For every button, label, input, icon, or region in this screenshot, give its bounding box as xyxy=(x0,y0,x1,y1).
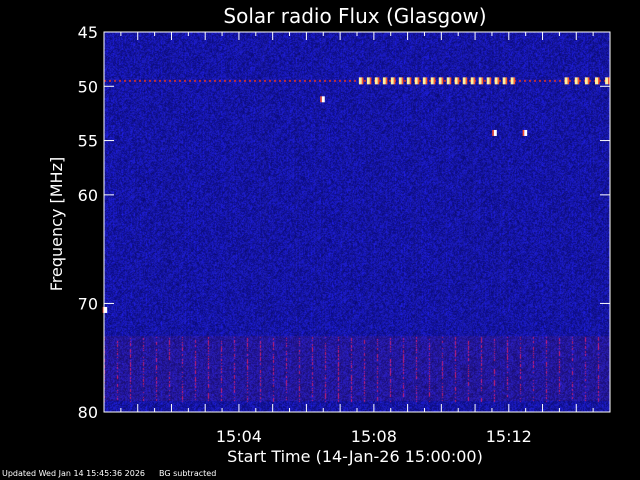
burst-dot-edge xyxy=(433,77,436,85)
burst-dot-edge xyxy=(513,77,516,85)
y-tick-label: 45 xyxy=(78,23,98,42)
burst-dot xyxy=(438,77,442,85)
burst-dot-edge xyxy=(598,77,600,85)
x-tick-label: 15:08 xyxy=(351,427,397,446)
burst-dot xyxy=(382,77,386,85)
burst-spot-edge xyxy=(320,96,322,103)
burst-dot xyxy=(595,77,599,85)
burst-dot xyxy=(422,77,426,85)
burst-dot-edge xyxy=(361,77,364,85)
burst-dot xyxy=(454,77,458,85)
burst-dot xyxy=(494,77,498,85)
burst-dot-edge xyxy=(377,77,380,85)
burst-dot xyxy=(390,77,394,85)
burst-dot xyxy=(398,77,402,85)
burst-dot-edge xyxy=(425,77,428,85)
burst-dot xyxy=(605,77,609,85)
burst-dot-edge xyxy=(369,77,372,85)
background-note: BG subtracted xyxy=(159,469,217,478)
burst-dot-edge xyxy=(505,77,508,85)
y-tick-label: 60 xyxy=(78,186,98,205)
burst-dot xyxy=(470,77,474,85)
burst-dot xyxy=(406,77,410,85)
chart-title: Solar radio Flux (Glasgow) xyxy=(223,4,486,28)
burst-dot xyxy=(446,77,450,85)
burst-dot-edge xyxy=(393,77,396,85)
burst-spot xyxy=(493,129,497,136)
burst-dot-edge xyxy=(401,77,404,85)
x-axis-label: Start Time (14-Jan-26 15:00:00) xyxy=(227,447,483,466)
burst-dot xyxy=(358,77,362,85)
burst-dot xyxy=(414,77,418,85)
burst-spot xyxy=(524,129,528,136)
burst-spot xyxy=(321,96,325,103)
x-tick-label: 15:12 xyxy=(486,427,532,446)
burst-dot-edge xyxy=(577,77,580,85)
burst-dot-edge xyxy=(417,77,420,85)
burst-dot xyxy=(366,77,370,85)
burst-dot xyxy=(486,77,490,85)
burst-dot-edge xyxy=(567,77,570,85)
burst-dot-edge xyxy=(473,77,476,85)
burst-dot xyxy=(374,77,378,85)
footer: Updated Wed Jan 14 15:45:36 2026 BG subtr… xyxy=(2,469,230,479)
y-tick-label: 80 xyxy=(78,403,98,422)
burst-dot-edge xyxy=(465,77,468,85)
burst-dot xyxy=(462,77,466,85)
y-tick-label: 55 xyxy=(78,132,98,151)
burst-dot xyxy=(430,77,434,85)
burst-dot-edge xyxy=(385,77,388,85)
burst-dot-edge xyxy=(457,77,460,85)
burst-spot-edge xyxy=(492,129,494,136)
burst-dot-edge xyxy=(497,77,500,85)
y-tick-label: 70 xyxy=(78,294,98,313)
y-axis-label: Frequency [MHz] xyxy=(47,157,66,291)
x-tick-label: 15:04 xyxy=(216,427,262,446)
burst-spot-edge xyxy=(522,129,525,136)
y-tick-label: 50 xyxy=(78,77,98,96)
burst-dot xyxy=(510,77,514,85)
burst-dot xyxy=(574,77,578,85)
spectrogram-chart: Solar radio Flux (Glasgow) Start Time (1… xyxy=(0,0,640,480)
burst-dot-edge xyxy=(409,77,412,85)
burst-spot xyxy=(104,306,108,313)
burst-dot xyxy=(478,77,482,85)
burst-dot xyxy=(564,77,568,85)
burst-dot-edge xyxy=(489,77,492,85)
burst-dot xyxy=(502,77,506,85)
burst-dot-edge xyxy=(441,77,444,85)
burst-dot-edge xyxy=(481,77,484,85)
updated-timestamp: Updated Wed Jan 14 15:45:36 2026 xyxy=(2,469,146,478)
burst-dot xyxy=(584,77,588,85)
burst-dot-edge xyxy=(587,77,590,85)
interference-band xyxy=(104,336,610,402)
burst-dot-edge xyxy=(449,77,452,85)
burst-dot-edge xyxy=(608,77,610,85)
